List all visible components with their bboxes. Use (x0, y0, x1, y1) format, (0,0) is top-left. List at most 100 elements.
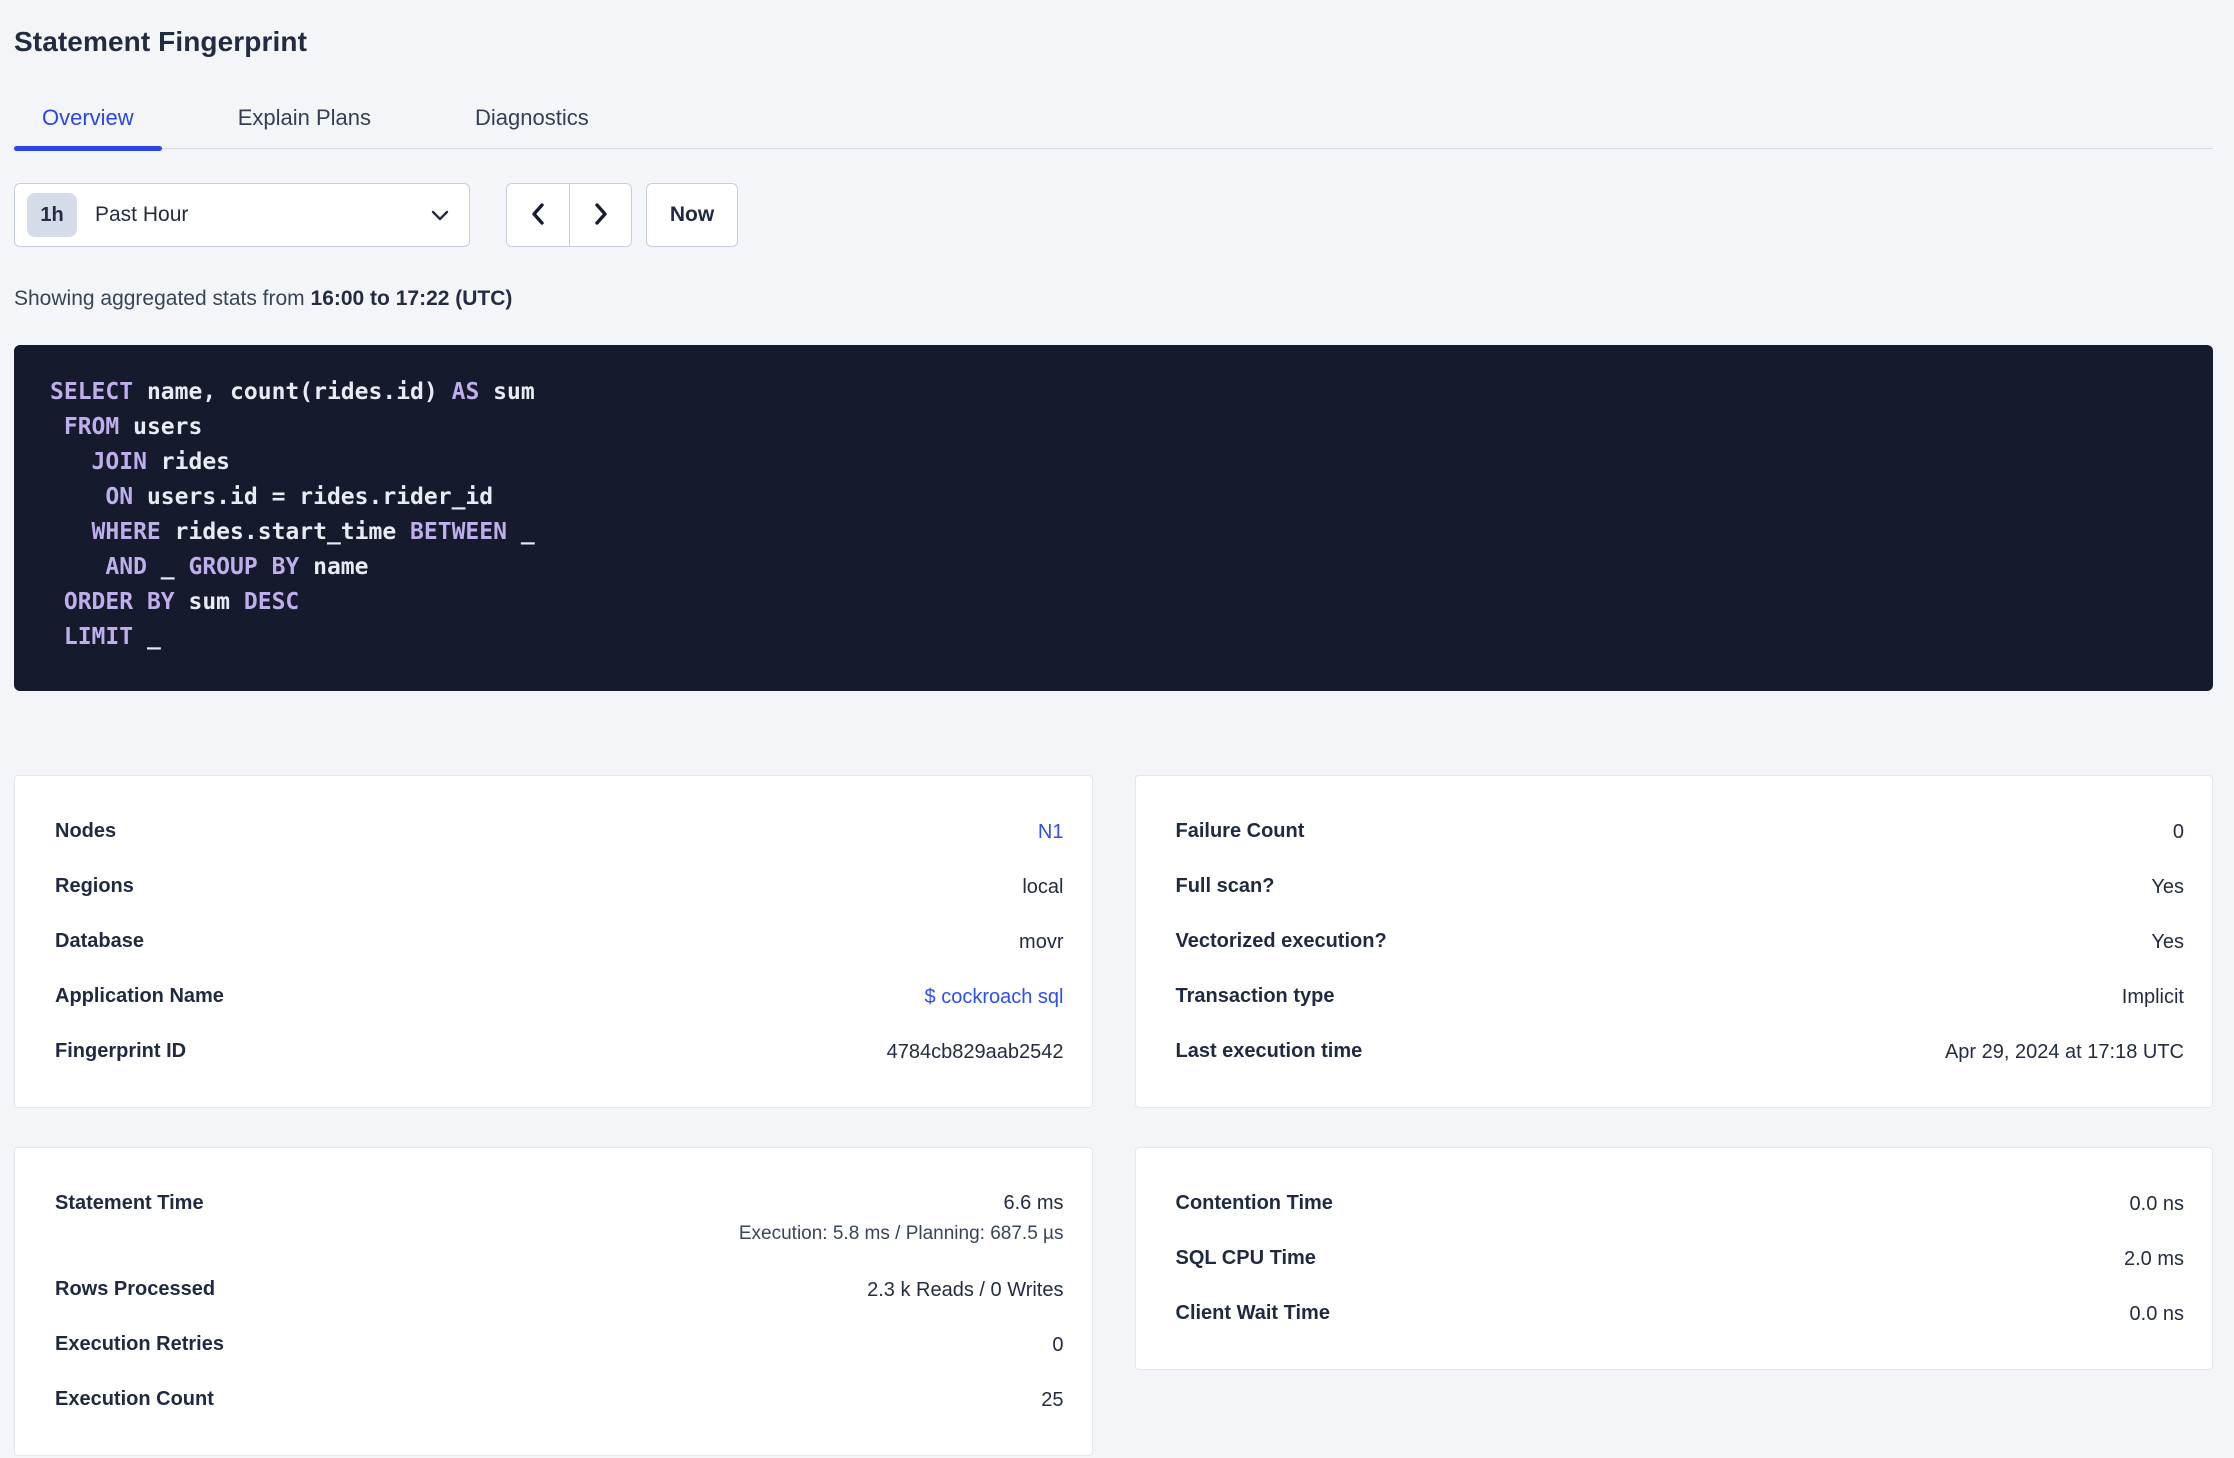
stat-value-group: 6.6 ms Execution: 5.8 ms / Planning: 687.… (739, 1187, 1064, 1249)
stat-row-application-name: Application Name $ cockroach sql (55, 969, 1064, 1024)
stat-value-group: 25 (1041, 1384, 1063, 1416)
stat-value: 0.0 ns (2129, 1302, 2184, 1325)
stat-value-group: N1 (1038, 816, 1064, 848)
chevron-left-icon (527, 200, 549, 231)
stat-value: Apr 29, 2024 at 17:18 UTC (1944, 1040, 2184, 1063)
aggregated-stats-line: Showing aggregated stats from 16:00 to 1… (14, 285, 2213, 313)
sql-keyword: WHERE (91, 519, 161, 545)
sql-text: _ (133, 624, 161, 650)
stat-label: Full scan? (1175, 875, 1275, 897)
sql-line: LIMIT _ (50, 620, 2177, 655)
sql-text: sum (174, 589, 244, 615)
stat-value: 6.6 ms (1003, 1192, 1064, 1214)
sql-line: WHERE rides.start_time BETWEEN _ (50, 515, 2177, 550)
stat-label: Transaction type (1175, 985, 1335, 1007)
stat-label: Last execution time (1175, 1040, 1363, 1062)
stat-value: Implicit (2121, 985, 2184, 1008)
sql-text: rides.start_time (160, 519, 411, 545)
sql-line: AND _ GROUP BY name (50, 550, 2177, 585)
stat-row-nodes: Nodes N1 (55, 804, 1064, 859)
sql-line: ORDER BY sum DESC (50, 585, 2177, 620)
stat-value: 4784cb829aab2542 (886, 1040, 1064, 1063)
stat-row-statement-time: Statement Time 6.6 ms Execution: 5.8 ms / … (55, 1176, 1064, 1262)
sql-statement-box: SELECT name, count(rides.id) AS sum FROM… (14, 345, 2213, 691)
page-title: Statement Fingerprint (14, 26, 308, 57)
sql-text: users (119, 414, 203, 440)
stat-value-group: 0 (1052, 1329, 1063, 1361)
stat-label: Database (55, 930, 144, 952)
tab-overview[interactable]: Overview (14, 104, 162, 151)
stat-label: Contention Time (1175, 1192, 1333, 1214)
sql-text: _ (506, 519, 535, 545)
tabs: Overview Explain Plans Diagnostics (14, 104, 2213, 151)
stat-row-execution-retries: Execution Retries 0 (55, 1317, 1064, 1372)
stat-label: Execution Count (55, 1388, 214, 1410)
stat-value-group: Yes (2151, 871, 2184, 903)
sql-keyword: BETWEEN (410, 519, 507, 545)
stat-label: Failure Count (1175, 820, 1305, 842)
sql-keyword: GROUP BY (188, 554, 300, 580)
stat-row-regions: Regions local (55, 859, 1064, 914)
chevron-down-icon (431, 210, 449, 221)
stat-label: Nodes (55, 820, 117, 842)
stat-value-group: 0.0 ns (2130, 1188, 2184, 1220)
stat-row-client-wait-time: Client Wait Time 0.0 ns (1176, 1286, 2185, 1341)
sql-keyword: ORDER BY (63, 589, 175, 615)
stat-value-group: 2.0 ms (2124, 1243, 2184, 1275)
now-button[interactable]: Now (646, 183, 738, 247)
sql-line: FROM users (50, 410, 2177, 445)
stat-row-sql-cpu-time: SQL CPU Time 2.0 ms (1176, 1231, 2185, 1286)
tab-diagnostics[interactable]: Diagnostics (447, 104, 617, 148)
sql-line: SELECT name, count(rides.id) AS sum (50, 375, 2177, 410)
summary-cards: Nodes N1 Regions local Database movr Applicati… (14, 775, 2213, 1456)
timing-card-right: Contention Time 0.0 ns SQL CPU Time 2.0 ms C… (1134, 1147, 2213, 1370)
stat-row-vectorized-execution: Vectorized execution? Yes (1176, 914, 2185, 969)
time-range-label: Past Hour (95, 203, 189, 226)
stat-label: Application Name (55, 985, 224, 1007)
stat-value-group: Apr 29, 2024 at 17:18 UTC (1945, 1036, 2184, 1068)
stat-row-full-scan: Full scan? Yes (1176, 859, 2185, 914)
sql-keyword: LIMIT (63, 624, 134, 650)
aggregated-stats-range: 16:00 to 17:22 (UTC) (310, 287, 513, 310)
stat-value: 0 (2172, 820, 2184, 843)
stat-value-group: $ cockroach sql (925, 981, 1064, 1013)
stat-value: 25 (1041, 1388, 1064, 1411)
stat-label: Statement Time (55, 1192, 204, 1214)
sql-text: _ (146, 554, 189, 580)
sql-keyword: DESC (243, 589, 300, 615)
sql-text: users.id = rides.rider_id (133, 484, 494, 510)
stat-row-failure-count: Failure Count 0 (1176, 804, 2185, 859)
stat-value-group: 4784cb829aab2542 (887, 1036, 1064, 1068)
stat-value-group: movr (1019, 926, 1063, 958)
tab-explain-plans[interactable]: Explain Plans (210, 104, 399, 148)
sql-keyword: AS (451, 379, 480, 405)
time-range-arrows (506, 183, 632, 247)
stat-value: 2.3 k Reads / 0 Writes (867, 1278, 1064, 1301)
stat-row-execution-count: Execution Count 25 (55, 1372, 1064, 1427)
prev-range-button[interactable] (507, 184, 569, 246)
stat-value-link[interactable]: $ cockroach sql (925, 981, 1064, 1013)
stat-row-contention-time: Contention Time 0.0 ns (1176, 1176, 2185, 1231)
next-range-button[interactable] (569, 184, 631, 246)
stat-value-link[interactable]: N1 (1038, 816, 1064, 848)
aggregated-stats-prefix: Showing aggregated stats from (14, 287, 311, 310)
stat-label: Client Wait Time (1175, 1302, 1330, 1324)
stat-value-group: Implicit (2122, 981, 2184, 1013)
stat-value: 0.0 ns (2129, 1192, 2184, 1215)
sql-keyword: JOIN (91, 449, 147, 475)
time-range-select[interactable]: 1h Past Hour (14, 183, 470, 247)
sql-keyword: FROM (63, 414, 120, 440)
sql-keyword: SELECT (50, 379, 134, 405)
stat-subvalue: Execution: 5.8 ms / Planning: 687.5 µs (738, 1223, 1064, 1244)
stat-value: Yes (2151, 930, 2184, 953)
sql-line: ON users.id = rides.rider_id (50, 480, 2177, 515)
sql-text: name, count(rides.id) (133, 379, 452, 405)
stat-value: local (1022, 875, 1064, 898)
stat-row-transaction-type: Transaction type Implicit (1176, 969, 2185, 1024)
